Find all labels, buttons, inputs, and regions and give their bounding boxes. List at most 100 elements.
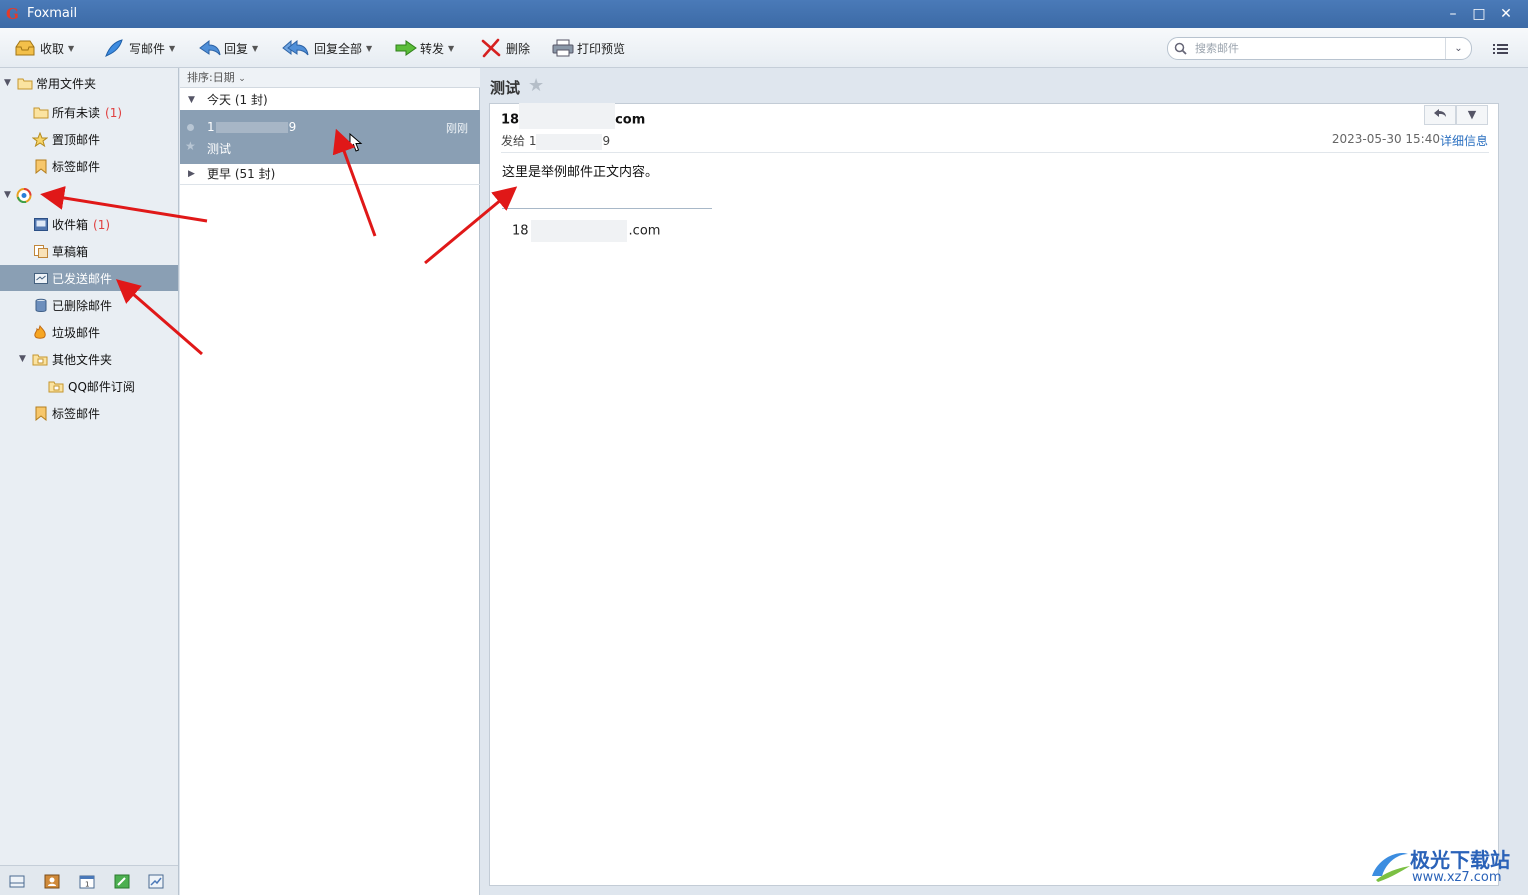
reply-label: 回复 (224, 41, 249, 56)
folder-tagged[interactable]: 标签邮件 (0, 153, 178, 179)
notes-icon[interactable] (114, 874, 130, 889)
delete-button[interactable]: 删除 (480, 37, 530, 59)
folder-pinned[interactable]: 置顶邮件 (0, 126, 178, 152)
mail-date: 2023-05-30 15:40 (1331, 132, 1440, 146)
print-preview-button[interactable]: 打印预览 (551, 37, 625, 59)
more-actions-dropdown-icon[interactable]: ▼ (1456, 105, 1488, 125)
receive-dropdown-icon[interactable]: ▼ (68, 44, 74, 53)
sidebar-bottom-bar: 1 (0, 865, 178, 895)
folder-label: 收件箱 (52, 217, 89, 232)
expand-toggle-icon[interactable]: ▼ (19, 354, 26, 364)
expand-toggle-icon[interactable]: ▼ (4, 190, 11, 200)
chevron-down-icon: ⌄ (238, 74, 246, 84)
inbox-tray-icon (14, 38, 36, 58)
watermark-title: 极光下载站 (1410, 848, 1510, 872)
reading-pane: 测试 ★ 18 com 发给 19 2023-05-30 15:40 详细信息 ▼… (481, 68, 1528, 895)
minimize-button[interactable]: – (1443, 4, 1463, 24)
folder-label: 垃圾邮件 (52, 325, 101, 340)
search-input[interactable] (1195, 40, 1440, 57)
quick-reply-button[interactable] (1424, 105, 1456, 125)
folder-common[interactable]: ▼ 常用文件夹 (0, 70, 178, 96)
app-title: Foxmail (27, 6, 78, 21)
forward-dropdown-icon[interactable]: ▼ (448, 44, 454, 53)
folder-drafts[interactable]: 草稿箱 (0, 238, 178, 264)
reply-button[interactable]: 回复 ▼ (198, 37, 258, 59)
message-from: 19 (207, 120, 297, 134)
forward-button[interactable]: 转发 ▼ (394, 37, 454, 59)
reply-all-label: 回复全部 (314, 41, 363, 56)
folder-icon (33, 105, 49, 120)
print-preview-label: 打印预览 (577, 41, 626, 56)
folder-icon (17, 76, 33, 91)
search-box: ⌄ (1167, 37, 1472, 60)
contacts-icon[interactable] (44, 874, 60, 889)
sort-label: 排序:日期 (187, 71, 235, 84)
calendar-icon[interactable]: 1 (79, 874, 95, 889)
unread-count: (1) (105, 105, 123, 120)
folder-sidebar: ▼ 常用文件夹 所有未读 (1) 置顶邮件 标签邮件 ▼ 收件箱 (1) 草稿箱 已… (0, 68, 179, 895)
star-icon[interactable]: ★ (185, 139, 196, 153)
folder-label: 其他文件夹 (52, 352, 113, 367)
menu-list-icon[interactable] (1492, 41, 1510, 57)
folder-label: 已删除邮件 (52, 298, 113, 313)
folder-junk[interactable]: 垃圾邮件 (0, 319, 178, 345)
receive-label: 收取 (40, 41, 65, 56)
folder-sent[interactable]: 已发送邮件 (0, 265, 178, 291)
delete-x-icon (480, 38, 502, 58)
watermark: 极光下载站 www.xz7.com (1368, 838, 1520, 890)
svg-text:1: 1 (85, 881, 89, 889)
account-icon (16, 187, 32, 203)
folder-label: 标签邮件 (52, 406, 101, 421)
star-icon[interactable]: ★ (528, 75, 544, 96)
inbox-icon (33, 217, 49, 232)
detail-info-link[interactable]: 详细信息 (1440, 132, 1488, 149)
close-button[interactable]: ✕ (1496, 4, 1516, 24)
compose-label: 写邮件 (129, 41, 166, 56)
reply-dropdown-icon[interactable]: ▼ (252, 44, 258, 53)
folder-qq-subscription[interactable]: QQ邮件订阅 (0, 373, 178, 399)
expand-toggle-icon[interactable]: ▼ (4, 78, 11, 88)
mail-sender[interactable]: 18 com (501, 103, 645, 129)
folder-inbox[interactable]: 收件箱 (1) (0, 211, 178, 237)
folder-label: 置顶邮件 (52, 132, 101, 147)
folder-deleted[interactable]: 已删除邮件 (0, 292, 178, 318)
folder-label: 常用文件夹 (36, 76, 97, 91)
mail-card: 18 com 发给 19 2023-05-30 15:40 详细信息 ▼ 这里是举… (489, 103, 1499, 886)
reply-all-dropdown-icon[interactable]: ▼ (366, 44, 372, 53)
folder-all-unread[interactable]: 所有未读 (1) (0, 99, 178, 125)
search-options-icon[interactable]: ⌄ (1445, 38, 1471, 59)
expand-toggle-icon[interactable]: ▶ (188, 163, 195, 185)
reader-subject: 测试 (490, 79, 521, 97)
group-today[interactable]: ▼ 今天 (1 封) (180, 89, 480, 111)
fire-icon (32, 324, 48, 340)
drafts-icon (33, 244, 49, 259)
group-label: 更早 (51 封) (207, 167, 276, 181)
message-subject: 测试 (207, 142, 232, 156)
receive-button[interactable]: 收取 ▼ (14, 37, 74, 59)
read-status-icon[interactable] (187, 124, 194, 131)
sort-selector[interactable]: 排序:日期 ⌄ (180, 68, 480, 88)
collapse-toggle-icon[interactable]: ▼ (188, 89, 195, 111)
watermark-logo-icon (1372, 852, 1410, 882)
redacted-block (215, 122, 288, 133)
redacted-block (530, 220, 627, 242)
account-node[interactable]: ▼ (0, 182, 178, 208)
compose-dropdown-icon[interactable]: ▼ (169, 44, 175, 53)
group-earlier[interactable]: ▶ 更早 (51 封) (180, 163, 480, 185)
maximize-button[interactable]: □ (1469, 4, 1489, 24)
mail-recipient[interactable]: 发给 19 (501, 132, 610, 150)
mouse-cursor-icon (349, 133, 363, 152)
mail-signature: 18 .com (512, 220, 660, 242)
mail-view-icon[interactable] (9, 874, 25, 889)
mail-body: 这里是举例邮件正文内容。 (502, 165, 659, 180)
foxmail-logo-icon: G (6, 5, 19, 23)
compose-button[interactable]: 写邮件 ▼ (103, 37, 175, 59)
feed-icon[interactable] (148, 874, 164, 889)
reply-all-button[interactable]: 回复全部 ▼ (282, 37, 372, 59)
sent-icon (33, 271, 49, 286)
folder-tagged-account[interactable]: 标签邮件 (0, 400, 178, 426)
folder-other[interactable]: ▼ 其他文件夹 (0, 346, 178, 372)
unread-count: (1) (93, 217, 111, 232)
message-row[interactable]: ★ 19 测试 刚刚 (180, 110, 480, 164)
folder-label: QQ邮件订阅 (68, 379, 135, 394)
